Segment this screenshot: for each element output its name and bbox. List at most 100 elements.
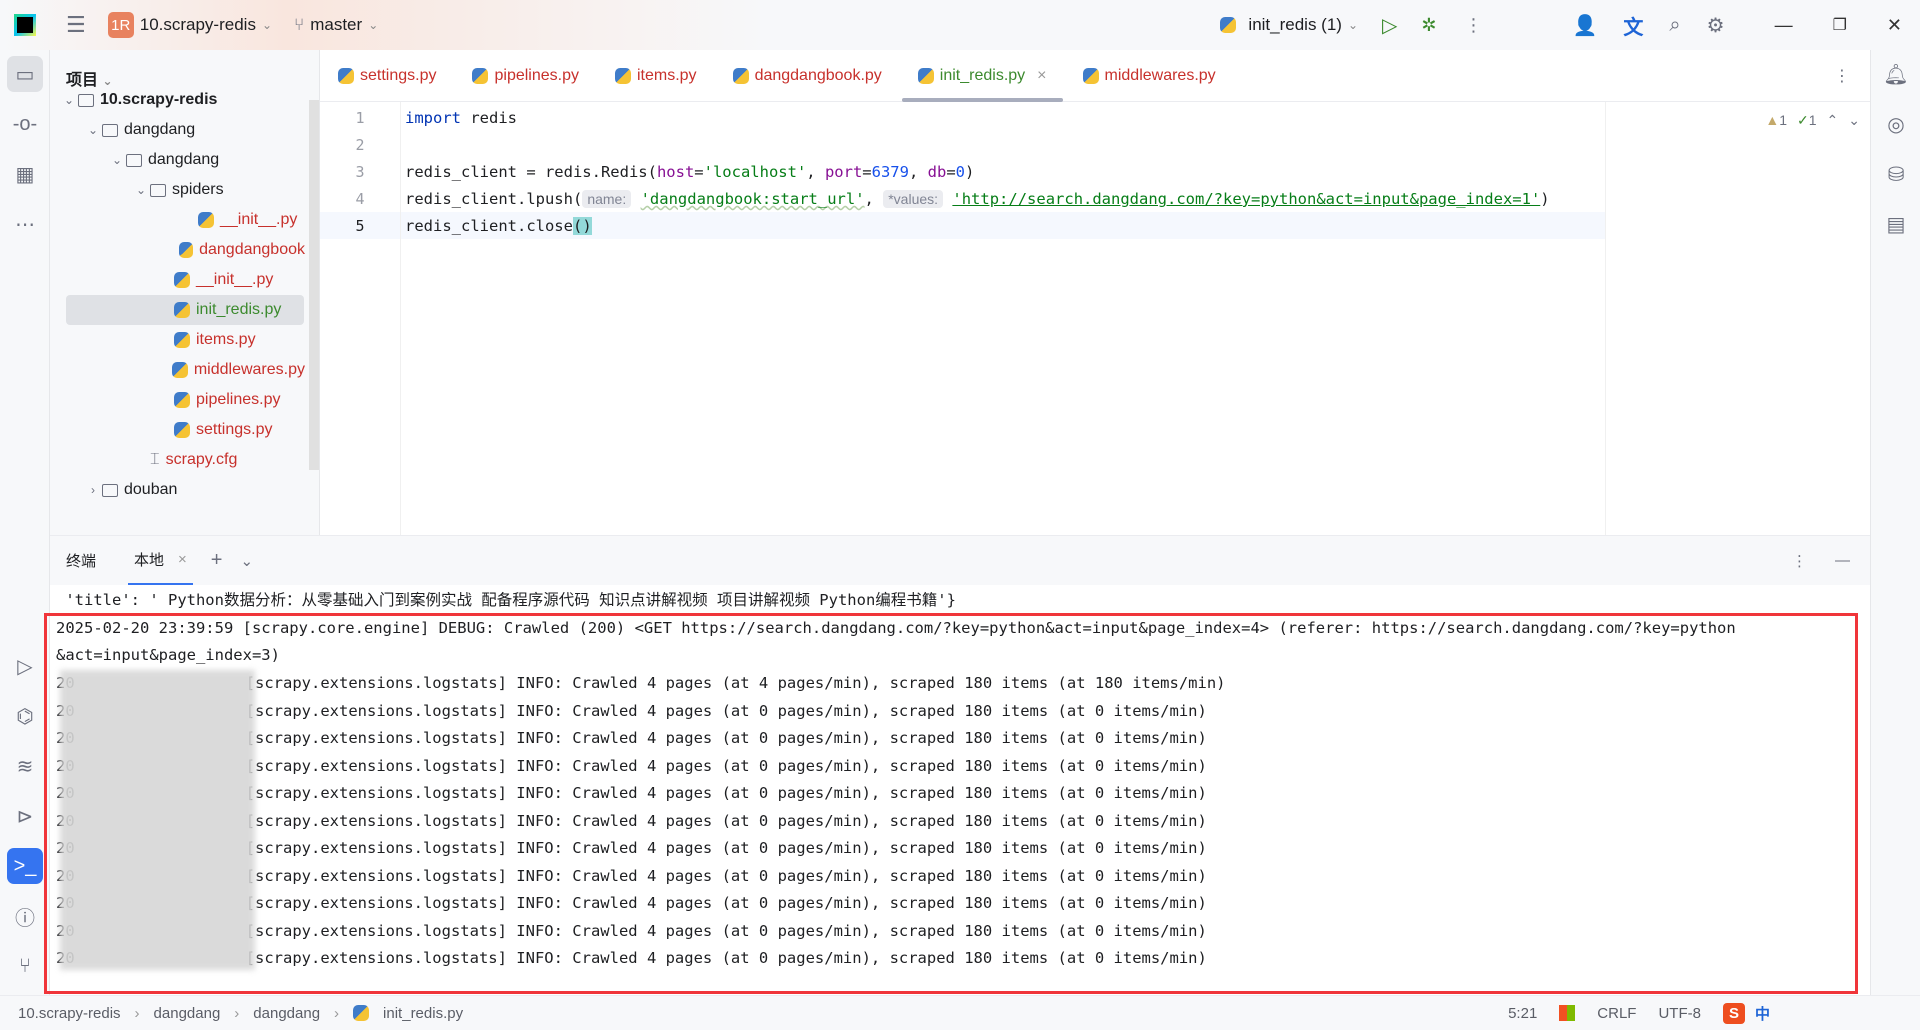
- file-encoding[interactable]: UTF-8: [1658, 1005, 1701, 1022]
- folder-icon: [78, 93, 94, 107]
- chevron-down-icon: ⌄: [368, 18, 379, 32]
- tab-init_redis[interactable]: init_redis.py ×: [900, 50, 1065, 102]
- structure-icon[interactable]: ▦: [7, 156, 43, 192]
- pycharm-logo: [14, 14, 36, 36]
- tree-item[interactable]: ⌄ 10.scrapy-redis: [50, 85, 305, 115]
- tree-item[interactable]: ⌄ spiders: [50, 175, 305, 205]
- code-editor[interactable]: 1 2 3 4 5 import redis redis_client = redis.…: [320, 102, 1870, 535]
- chevron-down-icon[interactable]: ⌄: [240, 552, 253, 570]
- code-line-1: import redis: [405, 109, 517, 127]
- terminal-output[interactable]: 'title': ' Python数据分析：从零基础入门到案例实战 配备程序源代…: [44, 585, 1870, 995]
- prev-highlight-icon: ⌃: [1826, 112, 1839, 128]
- brace-match: (): [572, 217, 592, 235]
- param-hint: *values:: [883, 190, 944, 208]
- tree-item[interactable]: ⌄ dangdang: [50, 145, 305, 175]
- python-file-icon: [198, 212, 214, 228]
- tab-pipelines[interactable]: pipelines.py: [454, 50, 597, 102]
- terminal-line: 'title': ' Python数据分析：从零基础入门到案例实战 配备程序源代…: [56, 591, 956, 609]
- close-window-button[interactable]: ✕: [1887, 15, 1902, 36]
- sogou-ime-icon[interactable]: S: [1722, 1002, 1745, 1024]
- tree-scrollbar[interactable]: [309, 100, 319, 470]
- title-bar: ☰ 1R 10.scrapy-redis ⌄ ⑂ master ⌄ init_red…: [0, 0, 1920, 50]
- layers-icon[interactable]: ≋: [7, 748, 43, 784]
- tree-item[interactable]: settings.py: [50, 415, 305, 445]
- python-console-icon[interactable]: ⌬: [7, 698, 43, 734]
- new-tab-icon[interactable]: +: [211, 549, 223, 572]
- close-icon[interactable]: ×: [178, 551, 187, 568]
- translate-icon[interactable]: 文: [1623, 11, 1643, 40]
- line-number: 2: [355, 136, 365, 154]
- close-icon[interactable]: ×: [1037, 67, 1046, 85]
- terminal-tool-icon[interactable]: >_: [7, 848, 43, 884]
- run-tool-icon[interactable]: ▷: [7, 648, 43, 684]
- project-tool-icon[interactable]: ▭: [7, 56, 43, 92]
- param-hint: name:: [582, 190, 632, 208]
- commit-icon[interactable]: -o-: [7, 106, 43, 142]
- breadcrumb-item[interactable]: init_redis.py: [383, 1005, 463, 1022]
- minimize-button[interactable]: —: [1775, 15, 1793, 36]
- tree-item-label: init_redis.py: [196, 301, 282, 318]
- line-separator[interactable]: CRLF: [1597, 1005, 1636, 1022]
- git-icon[interactable]: ⑂: [7, 948, 43, 984]
- tree-item[interactable]: pipelines.py: [50, 385, 305, 415]
- tree-item[interactable]: init_redis.py: [66, 295, 304, 325]
- gear-icon[interactable]: ⚙: [1707, 13, 1725, 38]
- chevron-right-icon: ›: [334, 1004, 340, 1022]
- python-file-icon: [472, 67, 489, 84]
- tree-item-label: __init__.py: [220, 211, 298, 228]
- editor-tabs: settings.py pipelines.py items.py dangdangb…: [320, 50, 1870, 102]
- breadcrumb-item[interactable]: 10.scrapy-redis: [18, 1005, 121, 1022]
- terminal-title: 终端: [66, 553, 97, 570]
- ai-assistant-icon[interactable]: ◎: [1878, 106, 1914, 142]
- code-line-5: redis_client.close(): [405, 217, 592, 235]
- tab-items[interactable]: items.py: [597, 50, 715, 102]
- project-selector[interactable]: 1R 10.scrapy-redis ⌄: [107, 12, 272, 38]
- tab-settings[interactable]: settings.py: [320, 50, 454, 102]
- services-icon[interactable]: ⊳: [7, 798, 43, 834]
- tree-item[interactable]: › douban: [50, 475, 305, 505]
- tabs-more-icon[interactable]: ⋮: [1834, 66, 1850, 86]
- run-config-selector[interactable]: init_redis (1) ⌄: [1220, 15, 1358, 35]
- ime-mode[interactable]: 中: [1755, 1003, 1770, 1024]
- chevron-right-icon: ›: [134, 1004, 140, 1022]
- tree-item[interactable]: ⌄ dangdang: [50, 115, 305, 145]
- sciview-icon[interactable]: ▤: [1878, 206, 1914, 242]
- inspection-widget[interactable]: ▲1 ✓1 ⌃ ⌄: [1765, 112, 1860, 129]
- notifications-icon[interactable]: 🔔︎: [1878, 56, 1914, 92]
- debug-icon[interactable]: ✲: [1421, 15, 1436, 36]
- restore-button[interactable]: ❐: [1833, 15, 1847, 35]
- more-icon[interactable]: ⋮: [1792, 552, 1807, 570]
- run-icon[interactable]: ▷: [1382, 13, 1397, 38]
- tab-dangdangbook[interactable]: dangdangbook.py: [715, 50, 900, 102]
- breadcrumb-item[interactable]: dangdang: [253, 1005, 320, 1022]
- tree-item-label: items.py: [196, 331, 256, 348]
- tab-middlewares[interactable]: middlewares.py: [1065, 50, 1234, 102]
- more-tools-icon[interactable]: ⋯: [7, 206, 43, 242]
- hide-panel-icon[interactable]: —: [1835, 552, 1850, 569]
- tree-item[interactable]: items.py: [50, 325, 305, 355]
- chevron-right-icon: ›: [234, 1004, 240, 1022]
- breadcrumb-item[interactable]: dangdang: [154, 1005, 221, 1022]
- breadcrumb: 10.scrapy-redis › dangdang › dangdang › init_r…: [18, 1005, 463, 1022]
- highlight-box: [44, 613, 1858, 994]
- left-tool-strip: ▭ -o- ▦ ⋯ ▷ ⌬ ≋ ⊳ >_ ⓘ ⑂: [0, 50, 50, 995]
- tree-item[interactable]: __init__.py: [50, 265, 305, 295]
- python-file-icon: [179, 242, 194, 258]
- tree-item[interactable]: __init__.py: [50, 205, 305, 235]
- more-icon[interactable]: ⋮: [1465, 15, 1483, 36]
- tree-item-label: dangdang: [124, 121, 196, 138]
- branch-selector[interactable]: ⑂ master ⌄: [294, 15, 378, 35]
- search-icon[interactable]: ⌕: [1669, 14, 1680, 37]
- tree-item[interactable]: middlewares.py: [50, 355, 305, 385]
- problems-icon[interactable]: ⓘ: [7, 898, 43, 934]
- database-icon[interactable]: ⛁: [1878, 156, 1914, 192]
- python-file-icon: [917, 67, 934, 84]
- terminal-tab-local[interactable]: 本地 ×: [128, 536, 193, 586]
- code-line-4: redis_client.lpush(name: 'dangdangbook:s…: [405, 190, 1550, 208]
- tree-item[interactable]: dangdangbook: [50, 235, 305, 265]
- cursor-position[interactable]: 5:21: [1508, 1005, 1537, 1022]
- main-menu-icon[interactable]: ☰: [66, 12, 86, 38]
- add-user-icon[interactable]: 👤: [1573, 13, 1598, 38]
- python-file-icon: [614, 67, 631, 84]
- tree-item[interactable]: ⌶ scrapy.cfg: [50, 445, 305, 475]
